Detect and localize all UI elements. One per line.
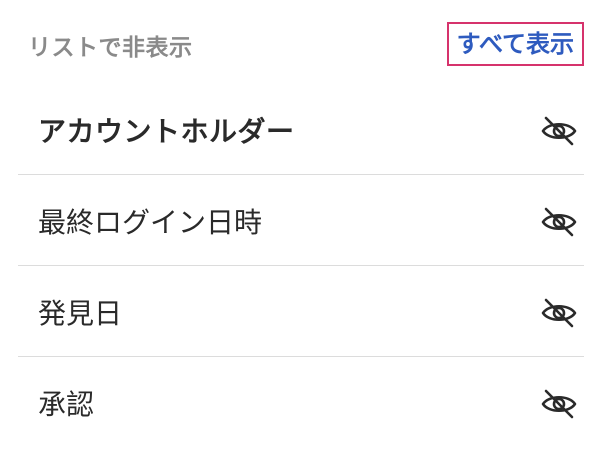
show-all-button[interactable]: すべて表示 [446,22,584,66]
list-item-label: 承認 [38,388,95,421]
list-item-label: アカウントホルダー [38,115,295,148]
list-item-discovery-date[interactable]: 発見日 [18,266,584,357]
hidden-columns-panel: リストで非表示 すべて表示 アカウントホルダー 最終ログイン日時 発見日 承認 [18,0,584,462]
section-title: リストで非表示 [28,35,193,61]
eye-off-icon[interactable] [540,387,578,421]
list-item-last-login[interactable]: 最終ログイン日時 [18,175,584,266]
eye-off-icon[interactable] [540,114,578,148]
eye-off-icon[interactable] [540,296,578,330]
list-item-label: 発見日 [38,297,123,330]
list-item-account-holder[interactable]: アカウントホルダー [18,84,584,175]
hidden-columns-list: アカウントホルダー 最終ログイン日時 発見日 承認 [18,84,584,448]
eye-off-icon[interactable] [540,205,578,239]
list-item-label: 最終ログイン日時 [38,206,263,239]
list-item-approval[interactable]: 承認 [18,357,584,448]
panel-header: リストで非表示 すべて表示 [18,22,584,68]
